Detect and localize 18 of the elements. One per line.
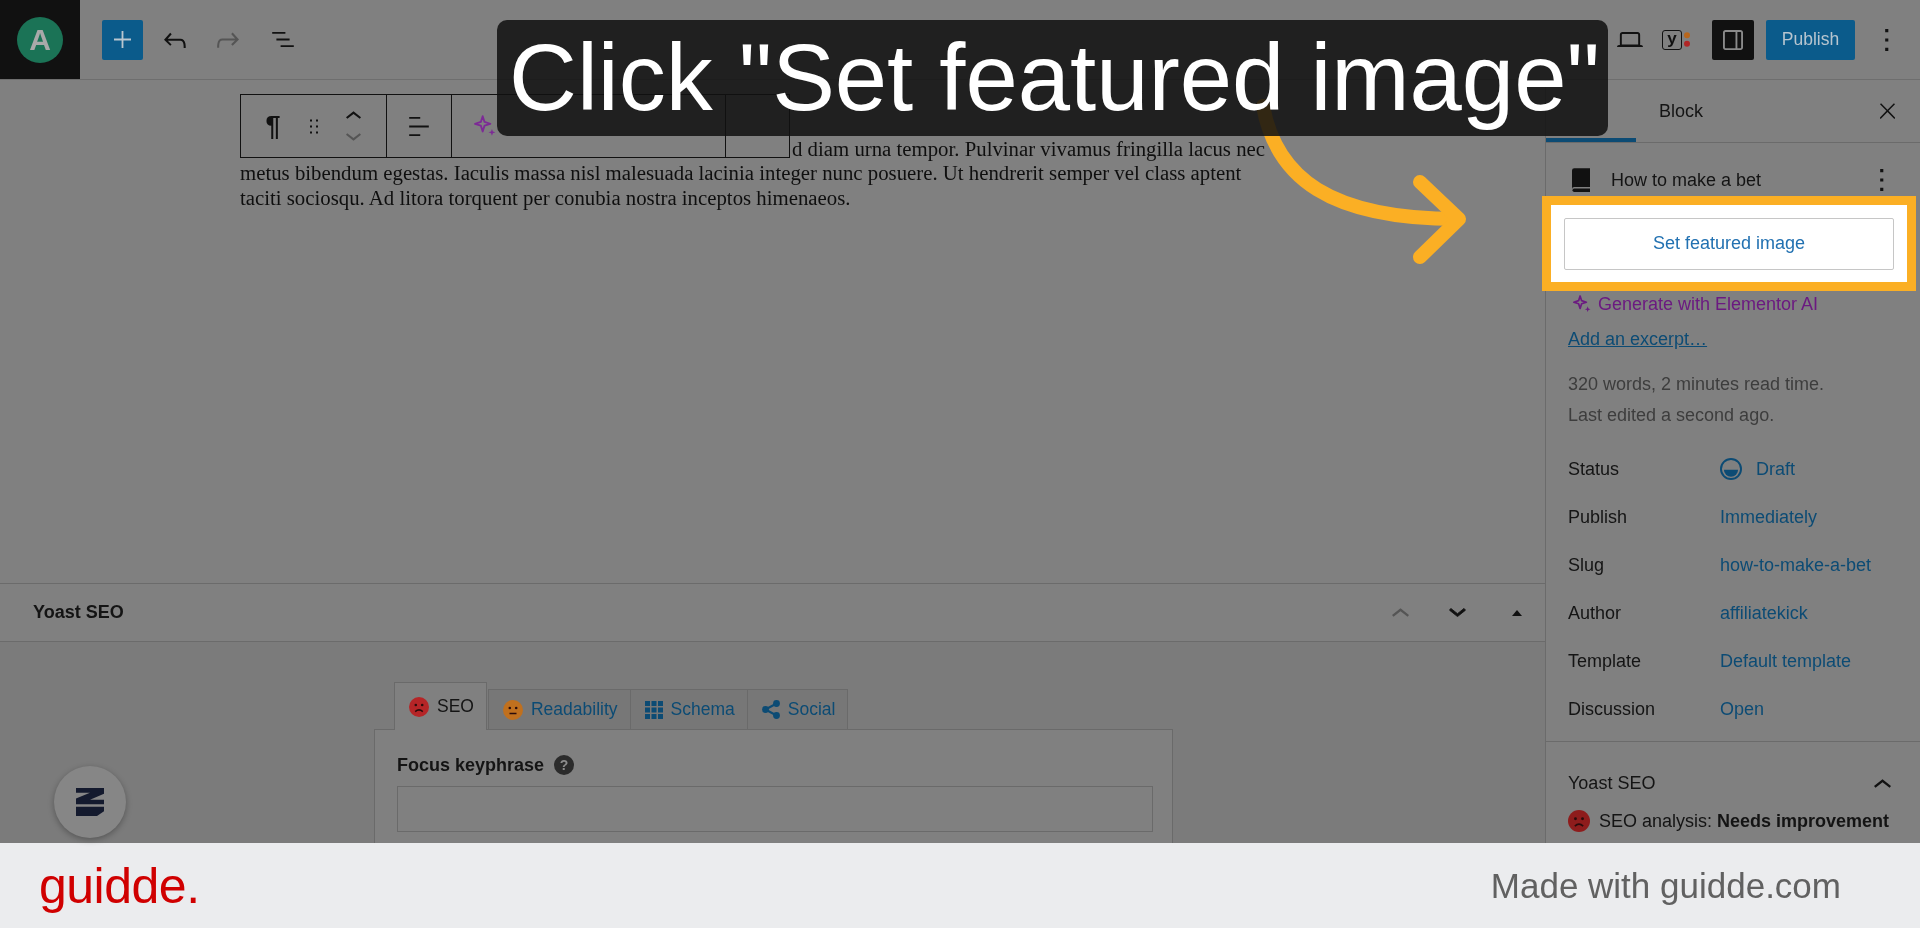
post-title: How to make a bet [1611,169,1762,191]
post-stats-text: Last edited a second ago. [1568,404,1776,427]
field-label: Publish [1568,506,1629,528]
field-label: Template [1568,650,1643,672]
credit-text: Made with guidde.com [1490,865,1841,906]
caption-tooltip: Click "Set featured image" [497,20,1608,136]
paragraph-line-fragment: d diam urna tempor. Pulvinar vivamus fringilla lacus nec [792,136,1267,161]
field-label: Status [1568,458,1621,480]
field-label: Slug [1568,554,1606,576]
field-label: Author [1568,602,1623,624]
brand-logo: guidde. [39,856,200,915]
panel-title: Yoast SEO [1568,772,1656,794]
field-label: Discussion [1568,698,1657,720]
metabox-title: Yoast SEO [33,602,124,623]
paragraph-text: metus bibendum egestas. Iaculis massa nisl malesuada lacinia integer nunc posuere. Ut hendrerit semper vel class aptent taciti sociosqu. Ad litora torquent per conubia nostra inceptos himenaeos. [240,161,1243,210]
seo-analysis-text: SEO analysis: Needs improvement [1599,810,1890,832]
field-label: Focus keyphrase [397,754,545,776]
post-stats-text: 320 words, 2 minutes read time. [1568,373,1826,396]
